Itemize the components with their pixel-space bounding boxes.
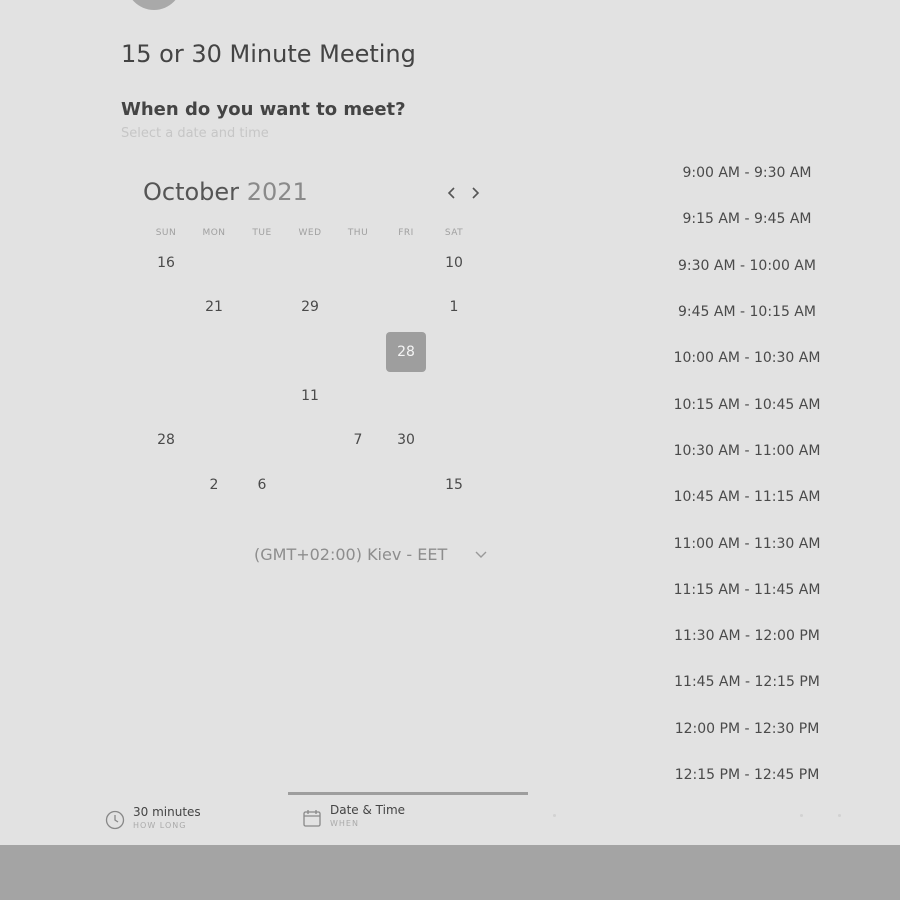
calendar-day-empty: [430, 330, 478, 374]
time-slot-button[interactable]: 10:30 AM - 11:00 AM: [657, 428, 837, 474]
step-progress-indicator: [288, 792, 528, 795]
calendar-day[interactable]: 30: [382, 418, 430, 462]
calendar-day-number: 28: [386, 331, 426, 372]
calendar-day-empty: [142, 330, 190, 374]
calendar-day[interactable]: 16: [142, 241, 190, 285]
time-slot-button[interactable]: 11:00 AM - 11:30 AM: [657, 520, 837, 566]
calendar-month-title: October 2021: [143, 178, 308, 206]
time-slot-button[interactable]: 12:00 PM - 12:30 PM: [657, 706, 837, 752]
time-slot-button[interactable]: 11:45 AM - 12:15 PM: [657, 659, 837, 705]
calendar-day-empty: [190, 330, 238, 374]
timezone-value: (GMT+02:00) Kiev - EET: [254, 545, 448, 564]
calendar-day-empty: [286, 330, 334, 374]
calendar-day-empty: [334, 374, 382, 418]
calendar-day-empty: [142, 285, 190, 329]
time-slot-button[interactable]: 9:30 AM - 10:00 AM: [657, 243, 837, 289]
time-slot-button[interactable]: 11:30 AM - 12:00 PM: [657, 613, 837, 659]
time-slot-button[interactable]: 10:15 AM - 10:45 AM: [657, 381, 837, 427]
calendar-day-selected[interactable]: 28: [382, 330, 430, 374]
calendar-day[interactable]: 29: [286, 285, 334, 329]
calendar-day-empty: [190, 418, 238, 462]
calendar-day[interactable]: 6: [238, 462, 286, 506]
calendar-day-empty: [286, 241, 334, 285]
step-dot: [800, 814, 803, 817]
step-bar: 30 minutes HOW LONG Date & Time WHEN: [0, 792, 900, 844]
chevron-left-icon: [447, 187, 455, 199]
step-datetime-sub: WHEN: [330, 819, 359, 828]
calendar-day[interactable]: 2: [190, 462, 238, 506]
calendar-day-empty: [238, 241, 286, 285]
calendar-day-empty: [190, 241, 238, 285]
calendar-day-empty: [142, 374, 190, 418]
calendar-day-empty: [190, 374, 238, 418]
calendar-days: 16 10 21 29 1 28 11 28 7 30 2 6 15: [142, 241, 478, 507]
time-slot-button[interactable]: 11:15 AM - 11:45 AM: [657, 567, 837, 613]
step-duration-sub: HOW LONG: [133, 821, 187, 830]
step-duration[interactable]: 30 minutes HOW LONG: [105, 804, 201, 832]
time-slot-button[interactable]: 9:00 AM - 9:30 AM: [657, 150, 837, 196]
calendar-day[interactable]: 10: [430, 241, 478, 285]
calendar-day-empty: [334, 241, 382, 285]
calendar-day-empty: [382, 241, 430, 285]
calendar-year: 2021: [246, 178, 308, 206]
calendar-day-empty: [382, 462, 430, 506]
calendar-day[interactable]: 21: [190, 285, 238, 329]
prev-month-button[interactable]: [441, 181, 463, 205]
calendar-month: October: [143, 178, 240, 206]
section-heading: When do you want to meet?: [121, 99, 406, 120]
next-month-button[interactable]: [464, 181, 486, 205]
calendar-day-empty: [238, 330, 286, 374]
calendar-day[interactable]: 15: [430, 462, 478, 506]
page-title: 15 or 30 Minute Meeting: [121, 40, 416, 68]
calendar-icon: [303, 810, 321, 827]
calendar-day-empty: [382, 285, 430, 329]
chevron-down-icon: [475, 551, 487, 558]
clock-icon: [105, 810, 125, 830]
time-slot-button[interactable]: 10:45 AM - 11:15 AM: [657, 474, 837, 520]
calendar-day-empty: [334, 462, 382, 506]
calendar-day-empty: [238, 285, 286, 329]
calendar-day-empty: [334, 330, 382, 374]
calendar-day-empty: [382, 374, 430, 418]
calendar-day-empty: [238, 374, 286, 418]
footer-bar: [0, 845, 900, 900]
chevron-right-icon: [472, 187, 480, 199]
calendar-day[interactable]: 28: [142, 418, 190, 462]
timezone-select[interactable]: (GMT+02:00) Kiev - EET: [254, 545, 494, 567]
time-slot-button[interactable]: 9:15 AM - 9:45 AM: [657, 196, 837, 242]
step-dot: [838, 814, 841, 817]
step-dot: [553, 814, 556, 817]
calendar-day-empty: [430, 374, 478, 418]
step-datetime-label: Date & Time: [330, 803, 406, 817]
calendar-grid: SUN MON TUE WED THU FRI SAT 16 10 21 29 1 28 1…: [142, 222, 478, 507]
avatar: [126, 0, 182, 10]
time-slot-button[interactable]: 10:00 AM - 10:30 AM: [657, 335, 837, 381]
calendar-day[interactable]: 11: [286, 374, 334, 418]
step-duration-label: 30 minutes: [133, 805, 201, 819]
section-subtitle: Select a date and time: [121, 126, 269, 141]
step-datetime[interactable]: Date & Time WHEN: [302, 802, 405, 830]
calendar-day-empty: [430, 418, 478, 462]
time-slot-button[interactable]: 9:45 AM - 10:15 AM: [657, 289, 837, 335]
calendar-day-empty: [334, 285, 382, 329]
calendar-day[interactable]: 7: [334, 418, 382, 462]
calendar-day[interactable]: 1: [430, 285, 478, 329]
calendar-day-empty: [286, 418, 334, 462]
calendar-day-empty: [142, 462, 190, 506]
time-slot-list: 9:00 AM - 9:30 AM 9:15 AM - 9:45 AM 9:30 A…: [657, 150, 837, 798]
calendar-day-empty: [286, 462, 334, 506]
calendar-day-empty: [238, 418, 286, 462]
